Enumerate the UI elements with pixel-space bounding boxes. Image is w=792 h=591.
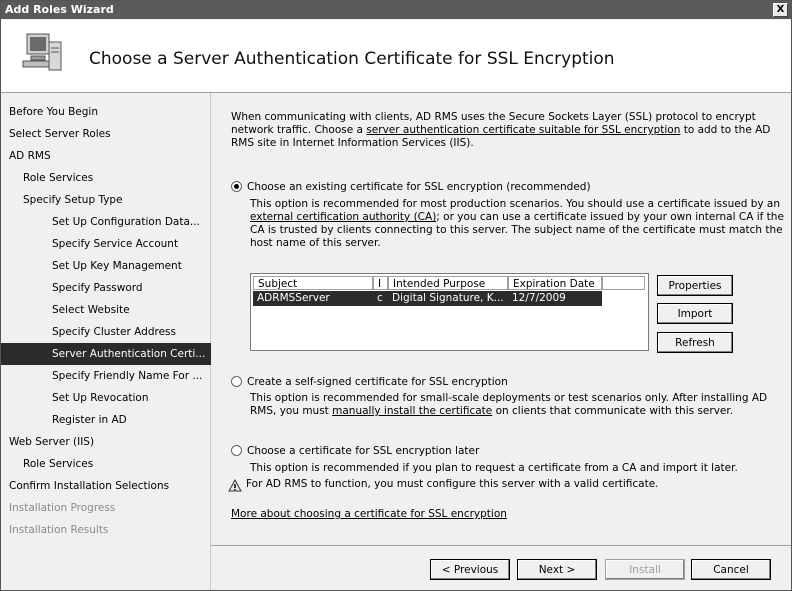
self-signed-certificate-label[interactable]: Create a self-signed certificate for SSL…	[247, 376, 508, 389]
external-ca-link[interactable]: external certification authority (CA)	[250, 211, 436, 223]
radio-selected-dot	[234, 184, 239, 189]
cell-intended-purpose: Digital Signature, K...	[392, 292, 504, 304]
sidebar-item-installation-results: Installation Results	[9, 524, 109, 536]
wizard-header: Choose a Server Authentication Certifica…	[1, 20, 791, 93]
wizard-footer: < Previous Next > Install Cancel	[211, 545, 791, 590]
column-header-subject[interactable]: Subject	[253, 276, 373, 290]
import-button[interactable]: Import	[657, 303, 733, 324]
cell-subject: ADRMSServer	[257, 292, 330, 304]
certificate-warning-text: For AD RMS to function, you must configu…	[246, 478, 659, 490]
existing-certificate-label[interactable]: Choose an existing certificate for SSL e…	[247, 181, 591, 194]
main-panel: When communicating with clients, AD RMS …	[211, 93, 791, 545]
page-title: Choose a Server Authentication Certifica…	[89, 49, 615, 69]
sidebar-item-before-you-begin[interactable]: Before You Begin	[1, 101, 218, 123]
sidebar-item-ad-rms[interactable]: AD RMS	[1, 145, 218, 167]
sidebar-item-installation-progress: Installation Progress	[9, 502, 116, 514]
sidebar-item-web-server-iis[interactable]: Web Server (IIS)	[1, 431, 218, 453]
cancel-button[interactable]: Cancel	[691, 559, 771, 580]
choose-later-description: This option is recommended if you plan t…	[250, 462, 738, 474]
close-button[interactable]: X	[773, 3, 788, 17]
sidebar-item-role-services[interactable]: Role Services	[1, 453, 232, 475]
self-signed-certificate-description: This option is recommended for small-sca…	[250, 392, 768, 417]
column-header-intended-purpose[interactable]: Intended Purpose	[388, 276, 508, 290]
table-row[interactable]: ADRMSServer c Digital Signature, K... 12…	[253, 291, 602, 306]
refresh-button[interactable]: Refresh	[657, 332, 733, 353]
sidebar-item-confirm-installation-selections[interactable]: Confirm Installation Selections	[1, 475, 218, 497]
column-header-filler	[602, 276, 645, 290]
manually-install-certificate-link[interactable]: manually install the certificate	[332, 405, 492, 417]
certificate-list[interactable]: Subject I Intended Purpose Expiration Da…	[250, 273, 649, 351]
sidebar-item-specify-setup-type[interactable]: Specify Setup Type	[1, 189, 232, 211]
more-about-certificates-link[interactable]: More about choosing a certificate for SS…	[231, 508, 507, 521]
choose-later-radio[interactable]	[231, 445, 242, 456]
existing-certificate-description: This option is recommended for most prod…	[250, 198, 784, 249]
sidebar-item-select-server-roles[interactable]: Select Server Roles	[1, 123, 218, 145]
wizard-nav: Before You Begin Select Server Roles AD RM…	[1, 93, 252, 590]
title-bar: Add Roles Wizard X	[1, 1, 791, 19]
self-signed-certificate-radio[interactable]	[231, 376, 242, 387]
column-header-issued[interactable]: I	[373, 276, 388, 290]
cell-expiration-date: 12/7/2009	[512, 292, 566, 304]
ssl-certificate-link[interactable]: server authentication certificate suitab…	[366, 124, 680, 136]
warning-triangle-icon	[228, 479, 242, 492]
choose-later-label[interactable]: Choose a certificate for SSL encryption …	[247, 445, 479, 458]
existing-certificate-radio[interactable]	[231, 181, 242, 192]
properties-button[interactable]: Properties	[657, 275, 733, 296]
cell-issued: c	[377, 292, 383, 304]
next-button[interactable]: Next >	[517, 559, 597, 580]
column-header-expiration-date[interactable]: Expiration Date	[508, 276, 602, 290]
window-title: Add Roles Wizard	[5, 3, 114, 16]
previous-button[interactable]: < Previous	[430, 559, 510, 580]
sidebar-item-role-services[interactable]: Role Services	[1, 167, 232, 189]
add-roles-wizard-window: Add Roles Wizard X Choose a Server Authe…	[0, 0, 792, 591]
install-button: Install	[605, 559, 685, 580]
intro-text: When communicating with clients, AD RMS …	[231, 111, 771, 149]
server-computer-icon	[22, 33, 62, 71]
